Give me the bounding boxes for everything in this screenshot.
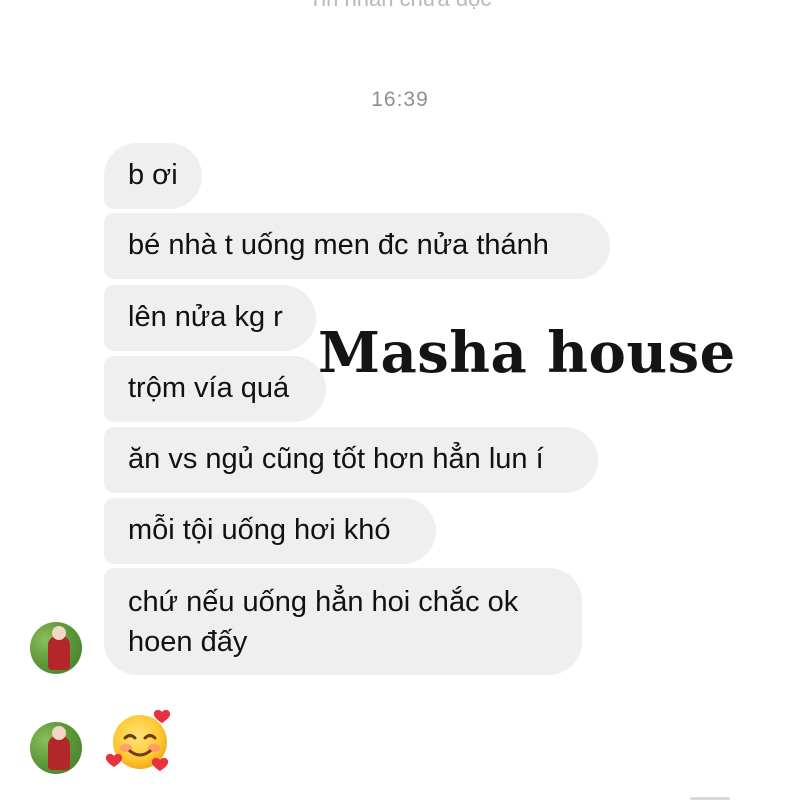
message-timestamp: 16:39	[371, 88, 429, 111]
avatar-face-shape	[52, 626, 66, 640]
avatar-face-shape	[52, 726, 66, 740]
message-bubble-2[interactable]: bé nhà t uống men đc nửa thánh	[104, 213, 610, 279]
message-bubble-3[interactable]: lên nửa kg r	[104, 285, 316, 351]
message-bubble-6[interactable]: mỗi tội uống hơi khó	[104, 498, 436, 564]
sender-avatar[interactable]	[30, 722, 82, 774]
sender-avatar[interactable]	[30, 622, 82, 674]
watermark-text: Masha house	[318, 320, 736, 386]
message-bubble-4[interactable]: trộm vía quá	[104, 356, 326, 422]
smiling-face-with-hearts-icon[interactable]	[106, 706, 174, 774]
message-bubble-1[interactable]: b ơi	[104, 143, 202, 209]
conversation-header-text: Tin nhắn chưa đọc	[0, 0, 800, 12]
message-bubble-7[interactable]: chứ nếu uống hẳn hoi chắc ok hoen đấy	[104, 568, 582, 675]
avatar-person-shape	[48, 636, 70, 670]
message-bubble-5[interactable]: ăn vs ngủ cũng tốt hơn hẳn lun í	[104, 427, 598, 493]
avatar-person-shape	[48, 736, 70, 770]
